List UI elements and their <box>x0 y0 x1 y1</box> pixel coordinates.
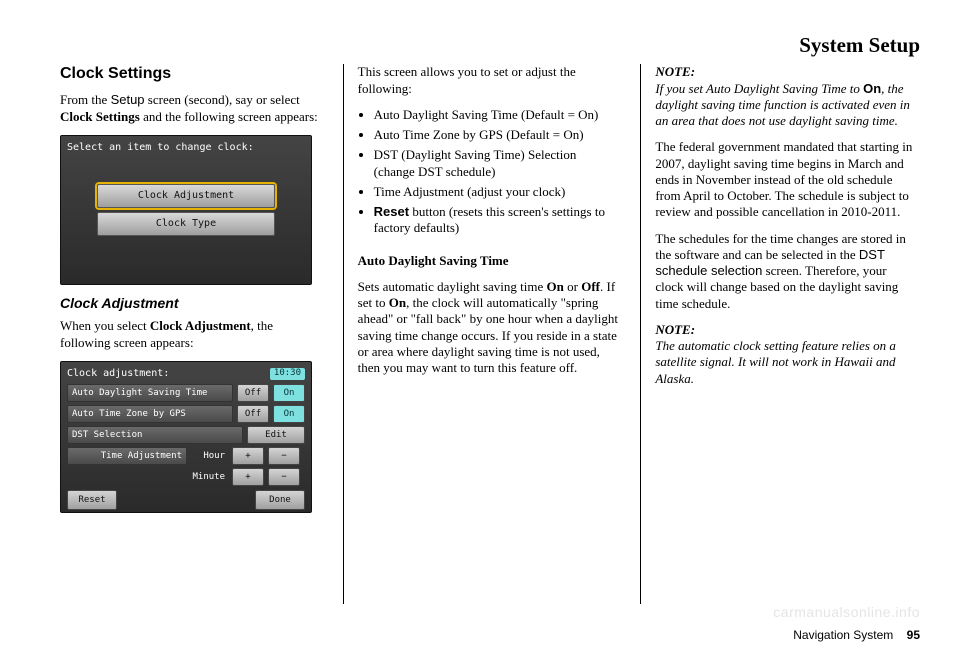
clock-adjustment-intro: When you select Clock Adjustment, the fo… <box>60 318 321 351</box>
lbl-auto-tz: Auto Time Zone by GPS <box>67 405 233 423</box>
col3-p4: The schedules for the time changes are s… <box>655 231 916 312</box>
row-dst-sel: DST Selection Edit <box>67 426 305 444</box>
dst-edit-button[interactable]: Edit <box>247 426 305 444</box>
lbl-hour: Hour <box>191 448 228 464</box>
text: or <box>564 279 581 294</box>
text: When you select <box>60 318 150 333</box>
li-reset: Reset button (resets this screen's setti… <box>374 204 619 237</box>
footer-label: Navigation System <box>793 628 893 642</box>
s2-title: Clock adjustment: <box>67 368 169 381</box>
clock-adjustment-heading: Clock Adjustment <box>60 295 321 313</box>
note-label: NOTE: <box>655 64 695 79</box>
li-time-adj: Time Adjustment (adjust your clock) <box>374 184 619 200</box>
text: If you set Auto Daylight Saving Time to <box>655 81 863 96</box>
manual-page: System Setup Clock Settings From the Set… <box>0 0 960 655</box>
done-button[interactable]: Done <box>255 490 305 510</box>
s2-header: Clock adjustment: 10:30 <box>67 368 305 381</box>
clock-settings-intro: From the Setup screen (second), say or s… <box>60 92 321 125</box>
col3-p3: The federal government mandated that sta… <box>655 139 916 220</box>
text: screen (second), say or select <box>145 92 300 107</box>
on-label: On <box>863 81 881 96</box>
clock-settings-label: Clock Settings <box>60 109 140 124</box>
page-header: System Setup <box>56 32 920 58</box>
text: button (resets this screen's settings to… <box>374 204 605 235</box>
auto-dst-subhead: Auto Daylight Saving Time <box>358 253 619 269</box>
text: The automatic clock setting feature reli… <box>655 338 896 386</box>
screenshot-select-item: Select an item to change clock: Clock Ad… <box>60 135 312 285</box>
li-auto-tz: Auto Time Zone by GPS (Default = On) <box>374 127 619 143</box>
on-label: On <box>547 279 564 294</box>
page-number: 95 <box>907 628 920 642</box>
auto-tz-on-button[interactable]: On <box>273 405 305 423</box>
clock-adjustment-option[interactable]: Clock Adjustment <box>97 184 275 208</box>
s2-bottom: Reset Done <box>67 490 305 510</box>
column-2: This screen allows you to set or adjust … <box>343 64 623 604</box>
page-footer: Navigation System 95 <box>793 628 920 643</box>
row-time-adj-hour: Time Adjustment Hour + − <box>67 447 305 465</box>
clock-time: 10:30 <box>270 368 305 379</box>
note-label: NOTE: <box>655 322 695 337</box>
note-1: NOTE: If you set Auto Daylight Saving Ti… <box>655 64 916 129</box>
clock-settings-heading: Clock Settings <box>60 64 321 84</box>
lbl-dst-sel: DST Selection <box>67 426 243 444</box>
spacer <box>67 240 305 268</box>
row-auto-dst: Auto Daylight Saving Time Off On <box>67 384 305 402</box>
watermark: carmanualsonline.info <box>773 604 920 622</box>
row-time-adj-min: Minute + − <box>67 468 305 486</box>
hour-plus-button[interactable]: + <box>232 447 264 465</box>
clock-type-option[interactable]: Clock Type <box>97 212 275 236</box>
minute-minus-button[interactable]: − <box>268 468 300 486</box>
auto-dst-off-button[interactable]: Off <box>237 384 269 402</box>
note-2: NOTE: The automatic clock setting featur… <box>655 322 916 387</box>
column-3: NOTE: If you set Auto Daylight Saving Ti… <box>640 64 920 604</box>
auto-dst-on-button[interactable]: On <box>273 384 305 402</box>
li-auto-dst: Auto Daylight Saving Time (Default = On) <box>374 107 619 123</box>
clock-adjustment-label: Clock Adjustment <box>150 318 251 333</box>
auto-tz-off-button[interactable]: Off <box>237 405 269 423</box>
li-dst-sel: DST (Daylight Saving Time) Selection (ch… <box>374 147 619 180</box>
text: From the <box>60 92 111 107</box>
text: and the following screen appears: <box>140 109 318 124</box>
s1-title: Select an item to change clock: <box>67 142 305 155</box>
col2-intro: This screen allows you to set or adjust … <box>358 64 619 97</box>
col2-list: Auto Daylight Saving Time (Default = On)… <box>358 107 619 241</box>
text: Sets automatic daylight saving time <box>358 279 547 294</box>
reset-label: Reset <box>374 204 409 219</box>
column-1: Clock Settings From the Setup screen (se… <box>56 64 325 604</box>
auto-dst-body: Sets automatic daylight saving time On o… <box>358 279 619 377</box>
columns: Clock Settings From the Setup screen (se… <box>56 64 920 604</box>
setup-label: Setup <box>111 92 145 107</box>
on-label: On <box>389 295 406 310</box>
screenshot-clock-adjustment: Clock adjustment: 10:30 Auto Daylight Sa… <box>60 361 312 513</box>
lbl-time-adj: Time Adjustment <box>67 447 187 465</box>
row-auto-tz: Auto Time Zone by GPS Off On <box>67 405 305 423</box>
off-label: Off <box>581 279 600 294</box>
lbl-auto-dst: Auto Daylight Saving Time <box>67 384 233 402</box>
hour-minus-button[interactable]: − <box>268 447 300 465</box>
reset-button[interactable]: Reset <box>67 490 117 510</box>
minute-plus-button[interactable]: + <box>232 468 264 486</box>
lbl-minute: Minute <box>191 469 228 485</box>
